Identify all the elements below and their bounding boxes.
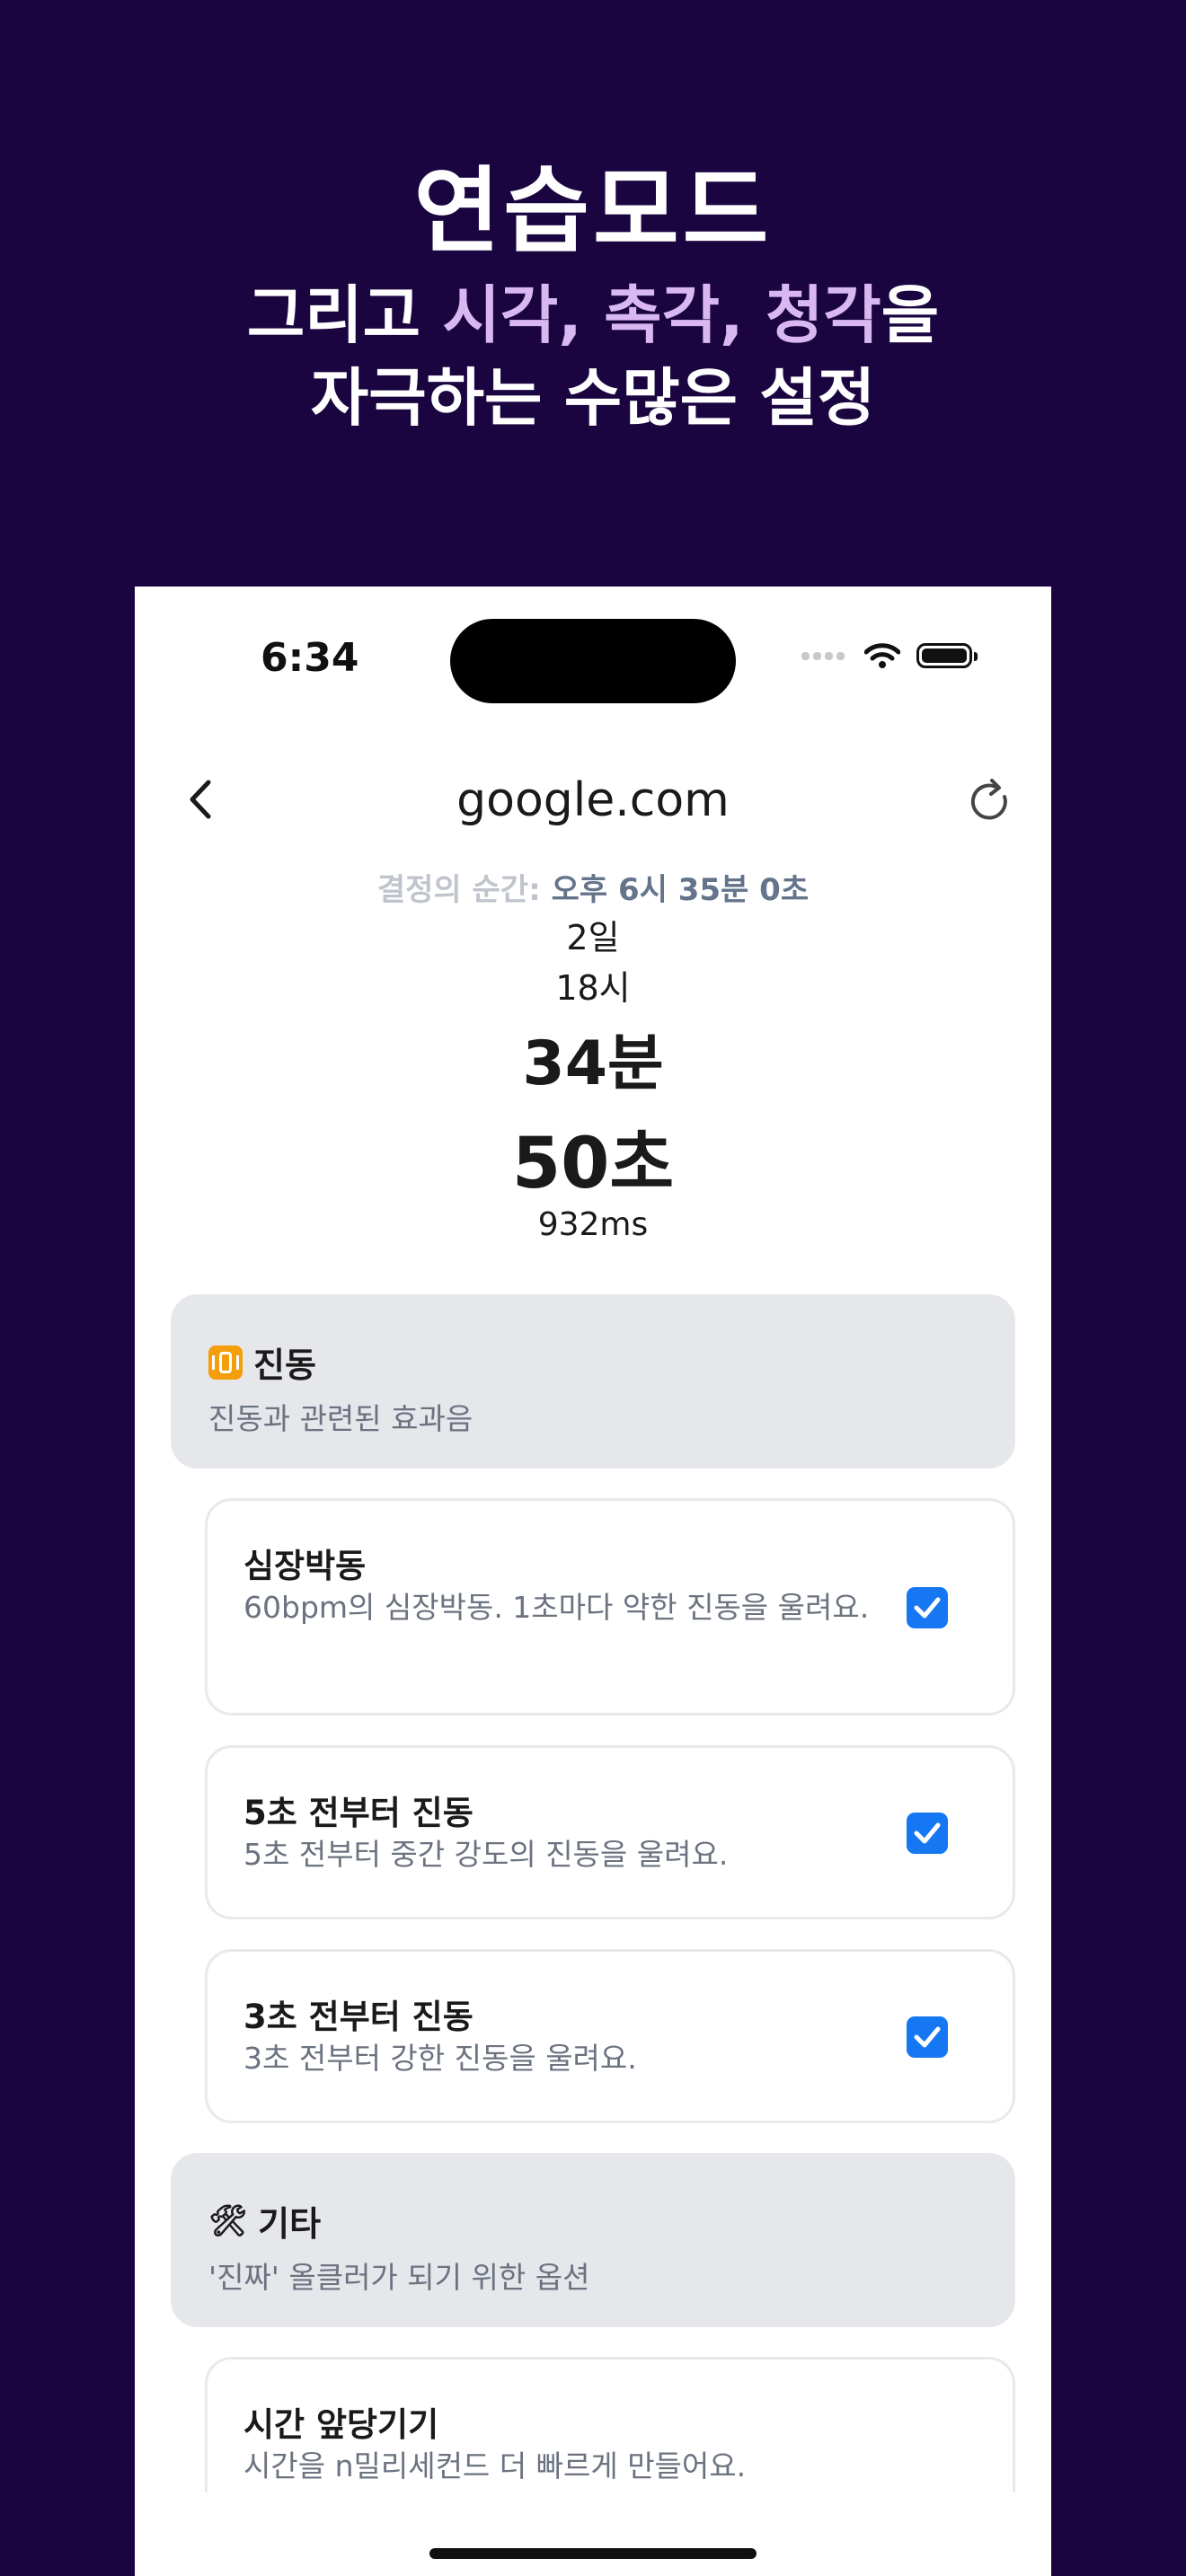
- promo-subtitle-post: 을: [881, 278, 940, 352]
- option-description: 시간을 n밀리세컨드 더 빠르게 만들어요.: [243, 2448, 747, 2483]
- section-title: 진동: [253, 1345, 316, 1385]
- navigation-bar: google.com: [135, 757, 1051, 838]
- heartbeat-checkbox[interactable]: [907, 1587, 948, 1628]
- bottom-fade: [135, 2492, 1051, 2576]
- checkmark-icon: [914, 2026, 941, 2048]
- deadline-value: 오후 6시 35분 0초: [551, 872, 810, 908]
- status-icons: [801, 642, 978, 669]
- promo-subtitle-line1: 그리고 시각, 촉각, 청각을: [0, 274, 1186, 357]
- promo-highlight: 시각, 촉각, 청각: [442, 278, 881, 352]
- option-title: 시간 앞당기기: [243, 2405, 439, 2444]
- deadline-label: 결정의 순간:: [376, 872, 541, 908]
- cellular-signal-icon: [801, 651, 848, 660]
- tools-icon: 🛠: [208, 2202, 248, 2239]
- checkmark-icon: [914, 1822, 941, 1844]
- countdown-milliseconds: 932ms: [537, 1206, 649, 1243]
- option-heartbeat[interactable]: 심장박동 60bpm의 심장박동. 1초마다 약한 진동을 울려요.: [205, 1498, 1015, 1716]
- vibrate-5s-checkbox[interactable]: [907, 1813, 948, 1854]
- deadline-text: 결정의 순간: 오후 6시 35분 0초: [135, 865, 1051, 909]
- countdown-minutes: 34분: [522, 1028, 664, 1099]
- vibrate-3s-checkbox[interactable]: [907, 2016, 948, 2058]
- checkmark-icon: [914, 1597, 941, 1619]
- promo-header: 연습모드 그리고 시각, 촉각, 청각을 자극하는 수많은 설정: [0, 0, 1186, 539]
- option-description: 60bpm의 심장박동. 1초마다 약한 진동을 울려요.: [243, 1590, 870, 1625]
- option-title: 3초 전부터 진동: [243, 1998, 474, 2036]
- option-description: 5초 전부터 중간 강도의 진동을 울려요.: [243, 1837, 729, 1872]
- promo-subtitle-pre: 그리고: [246, 278, 443, 352]
- status-time: 6:34: [261, 635, 359, 681]
- page-title: google.com: [456, 773, 730, 827]
- countdown-hours: 18시: [555, 968, 631, 1008]
- countdown-seconds: 50초: [511, 1124, 675, 1204]
- section-etc-header: 🛠 기타: [208, 2196, 321, 2245]
- option-vibrate-3s[interactable]: 3초 전부터 진동 3초 전부터 강한 진동을 울려요.: [205, 1949, 1015, 2123]
- option-title: 5초 전부터 진동: [243, 1794, 474, 1832]
- dynamic-island: [450, 619, 736, 703]
- wifi-icon: [864, 643, 900, 668]
- section-vibration: 진동 진동과 관련된 효과음: [171, 1294, 1015, 1469]
- reload-icon[interactable]: [965, 777, 1015, 827]
- promo-subtitle-line2: 자극하는 수많은 설정: [310, 361, 876, 435]
- promo-subtitle: 그리고 시각, 촉각, 청각을 자극하는 수많은 설정: [0, 274, 1186, 439]
- vibration-icon: [208, 1345, 243, 1380]
- section-etc: 🛠 기타 '진짜' 올클러가 되기 위한 옵션: [171, 2153, 1015, 2327]
- phone-screen: 6:34 google.com 결정의 순간: 오후 6시 35분 0초 2일 …: [135, 587, 1051, 2576]
- section-title: 기타: [258, 2204, 322, 2244]
- battery-icon: [916, 643, 978, 668]
- section-description: 진동과 관련된 효과음: [208, 1401, 474, 1436]
- section-description: '진짜' 올클러가 되기 위한 옵션: [208, 2260, 590, 2295]
- option-description: 3초 전부터 강한 진동을 울려요.: [243, 2041, 637, 2076]
- option-vibrate-5s[interactable]: 5초 전부터 진동 5초 전부터 중간 강도의 진동을 울려요.: [205, 1745, 1015, 1919]
- countdown-days: 2일: [566, 918, 620, 957]
- option-title: 심장박동: [243, 1547, 367, 1585]
- home-indicator[interactable]: [429, 2548, 757, 2559]
- promo-title: 연습모드: [413, 156, 773, 266]
- section-vibration-header: 진동: [208, 1337, 316, 1387]
